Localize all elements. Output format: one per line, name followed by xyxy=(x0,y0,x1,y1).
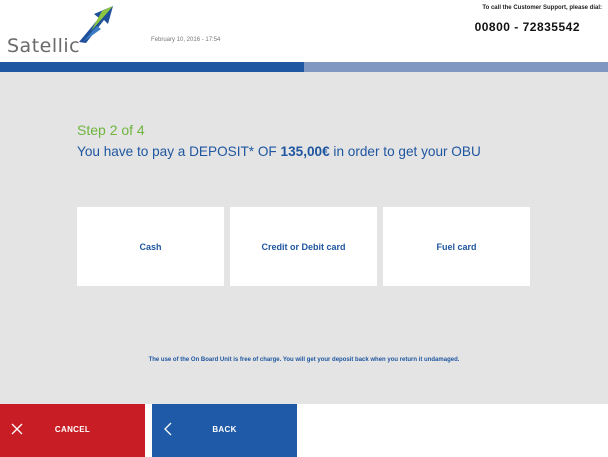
headline-prefix: You have to pay a DEPOSIT* OF xyxy=(77,144,281,159)
logo-text: Satellic xyxy=(7,35,81,57)
deposit-headline: You have to pay a DEPOSIT* OF 135,00€ in… xyxy=(77,144,481,159)
cancel-button[interactable]: CANCEL xyxy=(0,404,145,457)
progress-bar xyxy=(0,62,608,72)
card-option-label: Credit or Debit card xyxy=(261,241,346,252)
progress-fill xyxy=(0,62,304,72)
back-label: BACK xyxy=(212,425,237,434)
support-phone: 00800 - 72835542 xyxy=(474,20,580,34)
deposit-amount: 135,00€ xyxy=(280,144,330,159)
satellic-logo: Satellic xyxy=(7,6,113,57)
back-button[interactable]: BACK xyxy=(152,404,297,457)
fuel-card-option-label: Fuel card xyxy=(436,241,477,252)
deposit-note: The use of the On Board Unit is free of … xyxy=(148,357,460,363)
support-label: To call the Customer Support, please dia… xyxy=(482,5,602,11)
headline-suffix: in order to get your OBU xyxy=(329,144,481,159)
datetime: February 10, 2016 - 17:54 xyxy=(151,37,221,43)
footer: CANCEL BACK xyxy=(0,404,608,457)
step-indicator: Step 2 of 4 xyxy=(77,122,145,138)
fuel-card-option-button[interactable]: Fuel card xyxy=(383,207,530,286)
cash-option-label: Cash xyxy=(139,241,162,252)
header: Satellic February 10, 2016 - 17:54 To ca… xyxy=(0,0,608,62)
main-panel: Step 2 of 4 You have to pay a DEPOSIT* O… xyxy=(0,72,608,404)
satellic-arrow-logo-icon xyxy=(79,6,113,43)
card-option-button[interactable]: Credit or Debit card xyxy=(230,207,377,286)
cash-option-button[interactable]: Cash xyxy=(77,207,224,286)
cancel-label: CANCEL xyxy=(54,425,91,434)
